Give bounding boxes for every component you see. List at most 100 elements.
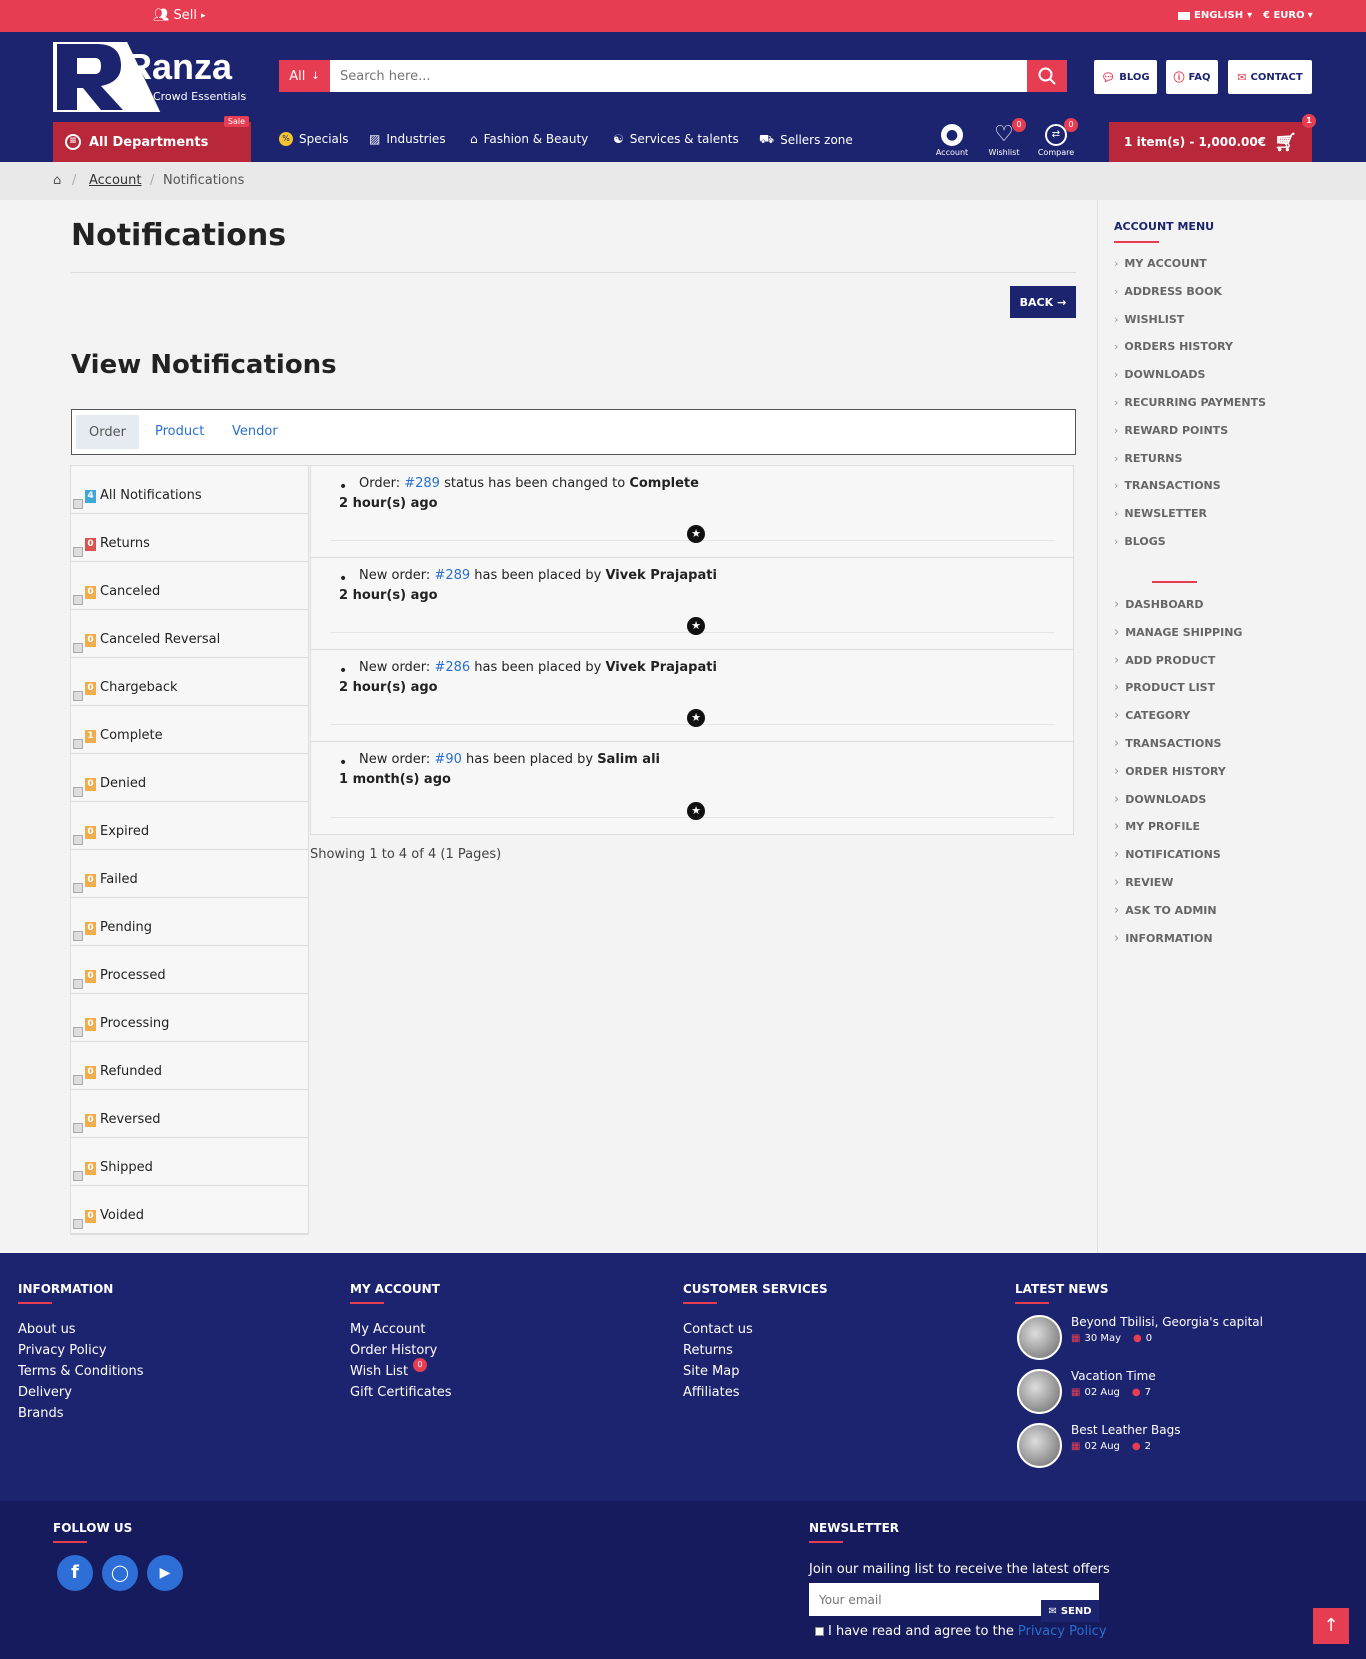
footer-link[interactable]: Site Map (683, 1364, 740, 1379)
account-menu-item[interactable]: › MY ACCOUNT (1114, 257, 1207, 270)
filter-item[interactable]: 0 Returns (71, 514, 308, 562)
search-input[interactable] (330, 60, 1027, 92)
filter-item[interactable]: 0 Denied (71, 754, 308, 802)
account-link[interactable]: ● Account (932, 124, 972, 157)
filter-item[interactable]: 0 Chargeback (71, 658, 308, 706)
nav-fashion-beauty[interactable]: ⌂ Fashion & Beauty (470, 132, 588, 146)
filter-item[interactable]: 0 Refunded (71, 1042, 308, 1090)
filter-checkbox[interactable] (73, 643, 83, 653)
filter-item[interactable]: 0 Expired (71, 802, 308, 850)
facebook-icon[interactable]: f (57, 1555, 93, 1591)
filter-checkbox[interactable] (73, 595, 83, 605)
newsletter-send-button[interactable]: ✉ SEND (1041, 1600, 1099, 1622)
blog-button[interactable]: 💬︎ BLOG (1094, 60, 1157, 94)
seller-menu-item[interactable]: › ASK TO ADMIN (1114, 903, 1217, 918)
filter-checkbox[interactable] (73, 883, 83, 893)
privacy-policy-link[interactable]: Privacy Policy (1018, 1624, 1107, 1639)
filter-checkbox[interactable] (73, 691, 83, 701)
account-menu-item[interactable]: › BLOGS (1114, 535, 1166, 548)
seller-menu-item[interactable]: › DOWNLOADS (1114, 792, 1206, 807)
filter-item[interactable]: 0 Reversed (71, 1090, 308, 1138)
account-menu-item[interactable]: › ADDRESS BOOK (1114, 285, 1222, 298)
tab-order[interactable]: Order (76, 415, 139, 449)
filter-checkbox[interactable] (73, 931, 83, 941)
seller-menu-item[interactable]: › INFORMATION (1114, 931, 1213, 946)
footer-link[interactable]: Order History (350, 1343, 437, 1358)
filter-checkbox[interactable] (73, 547, 83, 557)
footer-link[interactable]: Returns (683, 1343, 733, 1358)
account-menu-item[interactable]: › WISHLIST (1114, 313, 1184, 326)
order-link[interactable]: #289 (404, 476, 440, 491)
account-menu-item[interactable]: › NEWSLETTER (1114, 507, 1207, 520)
seller-menu-item[interactable]: › TRANSACTIONS (1114, 736, 1221, 751)
order-link[interactable]: #286 (434, 660, 470, 675)
cart-button[interactable]: 1 item(s) - 1,000.00€ 🛒︎ 1 (1109, 114, 1316, 162)
sell-link[interactable]: 👥︎ Sell ▸ (153, 8, 206, 23)
breadcrumb-account-link[interactable]: Account (89, 173, 142, 188)
account-menu-item[interactable]: › REWARD POINTS (1114, 424, 1228, 437)
youtube-icon[interactable]: ▶ (147, 1555, 183, 1591)
account-menu-item[interactable]: › DOWNLOADS (1114, 368, 1205, 381)
footer-link[interactable]: Privacy Policy (18, 1343, 107, 1358)
star-icon[interactable]: ★ (687, 617, 705, 635)
footer-link[interactable]: Delivery (18, 1385, 72, 1400)
wishlist-link[interactable]: ♡ Wishlist 0 (984, 118, 1026, 157)
logo[interactable]: Ranza The Crowd Essentials (53, 42, 248, 112)
tab-product[interactable]: Product (155, 424, 204, 439)
seller-menu-item[interactable]: › MY PROFILE (1114, 819, 1200, 834)
scroll-to-top-button[interactable]: ↑ (1313, 1608, 1349, 1644)
instagram-icon[interactable]: ◯ (102, 1555, 138, 1591)
footer-link[interactable]: About us (18, 1322, 76, 1337)
filter-item[interactable]: 1 Complete (71, 706, 308, 754)
filter-checkbox[interactable] (73, 835, 83, 845)
seller-menu-item[interactable]: › DASHBOARD (1114, 597, 1204, 612)
search-category-select[interactable]: All ↓ (279, 60, 330, 92)
contact-button[interactable]: ✉ CONTACT (1228, 60, 1312, 94)
filter-checkbox[interactable] (73, 499, 83, 509)
filter-item[interactable]: 0 Processing (71, 994, 308, 1042)
footer-link[interactable]: Gift Certificates (350, 1385, 452, 1400)
star-icon[interactable]: ★ (687, 709, 705, 727)
filter-checkbox[interactable] (73, 1075, 83, 1085)
nav-services-talents[interactable]: ☯ Services & talents (613, 132, 739, 146)
account-menu-item[interactable]: › ORDERS HISTORY (1114, 340, 1233, 353)
star-icon[interactable]: ★ (687, 802, 705, 820)
nav-specials[interactable]: % Specials (279, 132, 349, 146)
seller-menu-item[interactable]: › MANAGE SHIPPING (1114, 625, 1242, 640)
footer-link[interactable]: Wish List (350, 1364, 408, 1379)
order-link[interactable]: #90 (434, 752, 461, 767)
footer-link[interactable]: Affiliates (683, 1385, 740, 1400)
account-menu-item[interactable]: › TRANSACTIONS (1114, 479, 1221, 492)
compare-link[interactable]: ⇄ Compare 0 (1034, 118, 1078, 157)
seller-menu-item[interactable]: › REVIEW (1114, 875, 1173, 890)
filter-item[interactable]: 0 Failed (71, 850, 308, 898)
search-button[interactable] (1027, 60, 1067, 92)
home-icon[interactable]: ⌂ (53, 173, 61, 188)
filter-item[interactable]: 0 Processed (71, 946, 308, 994)
order-link[interactable]: #289 (434, 568, 470, 583)
footer-link[interactable]: My Account (350, 1322, 426, 1337)
filter-item[interactable]: 0 Shipped (71, 1138, 308, 1186)
filter-item[interactable]: 0 Canceled (71, 562, 308, 610)
filter-item[interactable]: 0 Canceled Reversal (71, 610, 308, 658)
seller-menu-item[interactable]: › CATEGORY (1114, 708, 1190, 723)
currency-selector[interactable]: € EURO ▾ (1263, 10, 1313, 21)
filter-item[interactable]: 0 Voided (71, 1186, 308, 1234)
seller-menu-item[interactable]: › ORDER HISTORY (1114, 764, 1226, 779)
filter-checkbox[interactable] (73, 1123, 83, 1133)
footer-link[interactable]: Terms & Conditions (18, 1364, 144, 1379)
language-selector[interactable]: ENGLISH ▾ (1178, 10, 1252, 21)
filter-checkbox[interactable] (73, 1171, 83, 1181)
seller-menu-item[interactable]: › ADD PRODUCT (1114, 653, 1215, 668)
filter-checkbox[interactable] (73, 739, 83, 749)
star-icon[interactable]: ★ (687, 525, 705, 543)
filter-checkbox[interactable] (73, 1219, 83, 1229)
filter-item[interactable]: 4 All Notifications (71, 466, 308, 514)
nav-industries[interactable]: ▨ Industries (369, 132, 446, 146)
footer-link[interactable]: Brands (18, 1406, 64, 1421)
filter-item[interactable]: 0 Pending (71, 898, 308, 946)
filter-checkbox[interactable] (73, 787, 83, 797)
faq-button[interactable]: ⓘ FAQ (1166, 60, 1218, 94)
account-menu-item[interactable]: › RECURRING PAYMENTS (1114, 396, 1266, 409)
tab-vendor[interactable]: Vendor (232, 424, 278, 439)
